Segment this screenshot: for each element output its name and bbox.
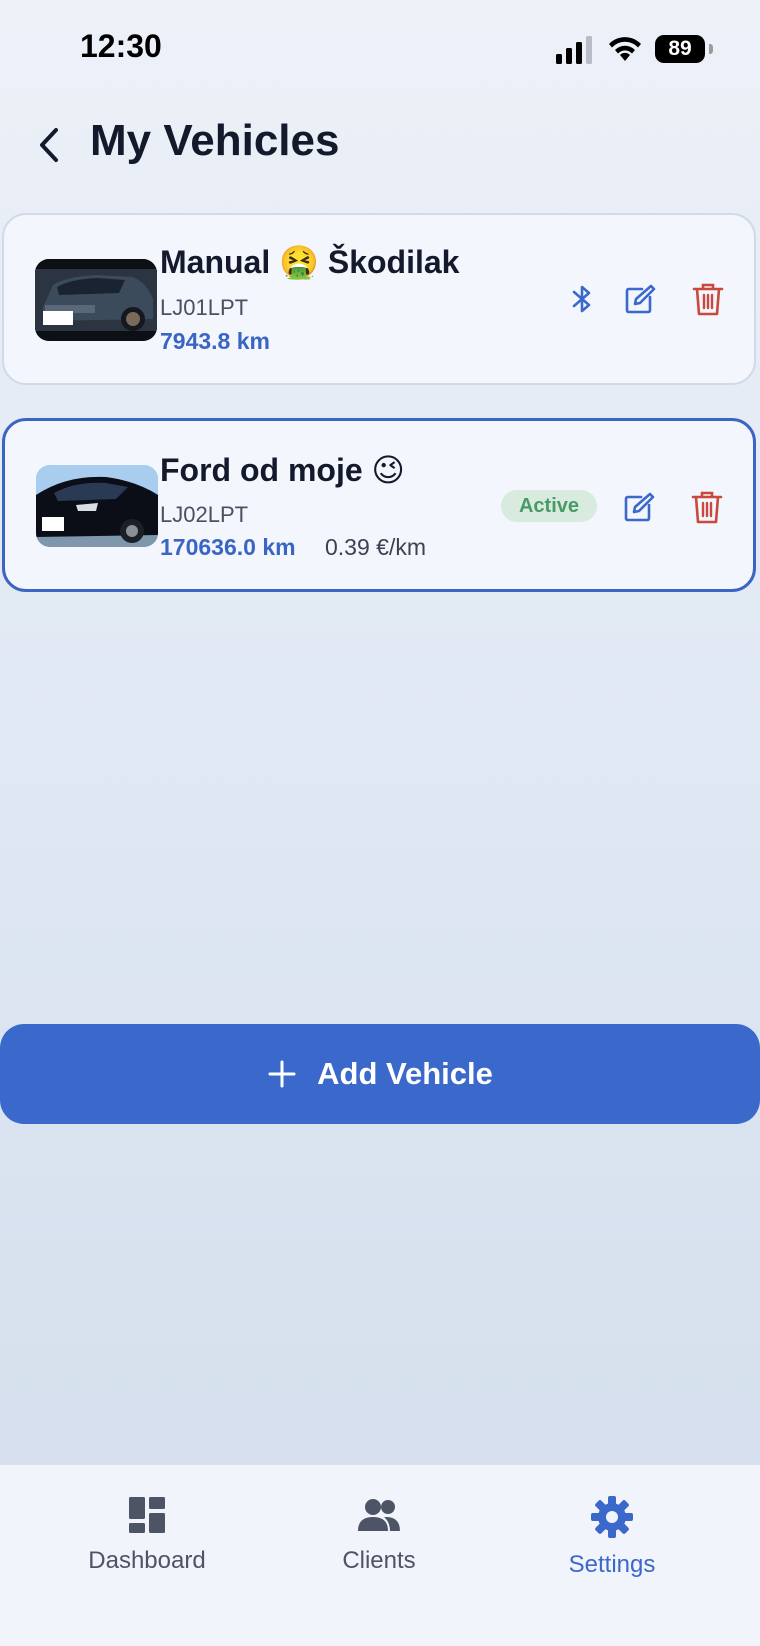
battery-level: 89: [655, 35, 705, 63]
add-vehicle-button[interactable]: Add Vehicle: [0, 1024, 760, 1124]
dashboard-icon: [129, 1497, 165, 1533]
plus-icon: [268, 1060, 296, 1088]
trash-icon[interactable]: [688, 279, 728, 319]
vehicle-odometer: 7943.8 km: [160, 328, 270, 354]
tab-dashboard[interactable]: Dashboard: [47, 1495, 247, 1595]
edit-icon[interactable]: [620, 279, 660, 319]
vehicle-odometer: 170636.0 km: [160, 534, 296, 560]
trash-icon[interactable]: [687, 487, 727, 527]
gear-icon: [591, 1496, 633, 1538]
tab-clients-label: Clients: [342, 1547, 416, 1574]
status-time: 12:30: [80, 28, 162, 64]
battery-icon: 89: [655, 35, 713, 63]
vehicle-plate: LJ01LPT: [160, 295, 249, 320]
header: My Vehicles: [0, 100, 760, 190]
tab-settings-label: Settings: [568, 1551, 656, 1578]
vehicle-photo: [36, 465, 158, 547]
vehicle-rate: 0.39 €/km: [325, 534, 426, 560]
vehicle-name: Ford od moje 😉: [160, 452, 405, 488]
back-chevron-icon[interactable]: [30, 122, 70, 168]
vehicle-card-active[interactable]: Ford od moje 😉 LJ02LPT 170636.0 km 0.39 …: [2, 418, 756, 592]
tab-dashboard-label: Dashboard: [88, 1547, 206, 1574]
tab-bar: Dashboard Clients Settings: [0, 1464, 760, 1646]
people-icon: [358, 1499, 400, 1531]
tab-clients[interactable]: Clients: [279, 1495, 479, 1595]
page-title: My Vehicles: [90, 116, 340, 165]
wifi-icon: [609, 37, 641, 61]
signal-icon: [556, 36, 592, 64]
vehicle-plate: LJ02LPT: [160, 502, 249, 527]
tab-settings[interactable]: Settings: [512, 1495, 712, 1595]
vehicle-photo: [35, 259, 157, 341]
status-bar: 12:30 89: [0, 0, 760, 100]
bluetooth-icon[interactable]: [562, 279, 602, 319]
add-vehicle-label: Add Vehicle: [317, 1056, 493, 1091]
active-badge: Active: [501, 490, 597, 522]
vehicle-card[interactable]: Manual 🤮 Škodilak LJ01LPT 7943.8 km: [2, 213, 756, 385]
vehicle-name: Manual 🤮 Škodilak: [160, 244, 460, 280]
edit-icon[interactable]: [619, 487, 659, 527]
